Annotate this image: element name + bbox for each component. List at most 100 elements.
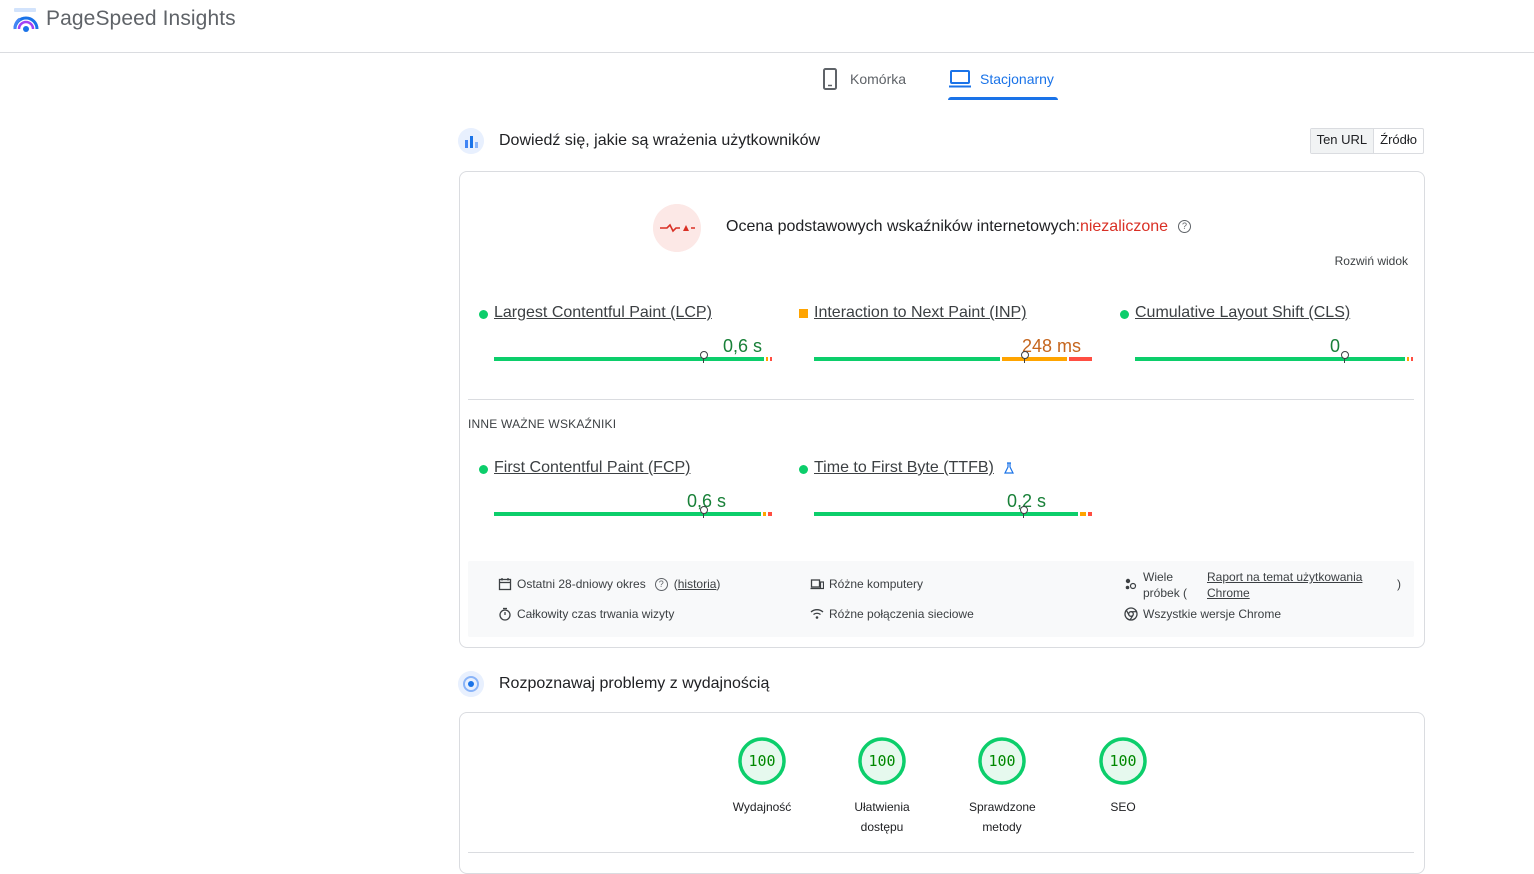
- help-icon[interactable]: ?: [654, 577, 668, 591]
- metric-marker-pin: [1340, 351, 1349, 359]
- gauge-score: 100: [1109, 752, 1137, 770]
- metric-lcp: Largest Contentful Paint (LCP) 0,6 s: [479, 304, 772, 374]
- active-tab-indicator: [948, 97, 1058, 100]
- score-gauge: 100: [858, 737, 906, 785]
- performance-header: Rozpoznawaj problemy z wydajnością: [458, 671, 1424, 699]
- data-info-box: Ostatni 28-dniowy okres ? (historia) Cał…: [468, 561, 1414, 637]
- score-gauge: 100: [1099, 737, 1147, 785]
- metric-cls-value: 0: [1329, 336, 1340, 356]
- distribution-segment-needs-improvement: [1406, 357, 1409, 361]
- good-status-dot: [479, 465, 488, 474]
- metric-inp-link[interactable]: Interaction to Next Paint (INP): [814, 304, 1027, 322]
- gauge-score: 100: [868, 752, 896, 770]
- section-divider: [468, 852, 1414, 853]
- help-icon[interactable]: ?: [1178, 220, 1192, 233]
- score-gauge: 100: [978, 737, 1026, 785]
- gauge-label: Wydajność: [732, 800, 792, 814]
- metric-ttfb: Time to First Byte (TTFB) 0,2 s: [799, 459, 1092, 529]
- gauge-accessibility[interactable]: 100 Ułatwienia dostępu: [837, 737, 927, 837]
- this-url-button[interactable]: Ten URL: [1310, 129, 1375, 153]
- gauge-score: 100: [748, 752, 776, 770]
- smartphone-icon: [823, 68, 837, 90]
- metric-fcp-link[interactable]: First Contentful Paint (FCP): [494, 459, 691, 477]
- info-network-text: Różne połączenia sieciowe: [829, 607, 974, 621]
- metric-marker-pin: [699, 351, 708, 359]
- users-chart-icon: [458, 128, 484, 154]
- history-link[interactable]: historia: [678, 577, 717, 591]
- good-status-dot: [1120, 310, 1129, 319]
- info-network: Różne połączenia sieciowe: [810, 607, 974, 621]
- gauge-score: 100: [988, 752, 1016, 770]
- assessment-label: Ocena podstawowych wskaźników internetow…: [726, 218, 1080, 235]
- distribution-segment-poor: [1068, 357, 1092, 361]
- app-title[interactable]: PageSpeed Insights: [46, 7, 236, 31]
- info-duration: Całkowity czas trwania wizyty: [498, 607, 674, 621]
- performance-card: 100 Wydajność 100 Ułatwienia dostępu 100…: [459, 712, 1425, 874]
- assessment-status: niezaliczone: [1079, 218, 1169, 235]
- info-period: Ostatni 28-dniowy okres ? (historia): [498, 577, 720, 591]
- section-divider: [468, 399, 1414, 400]
- flask-icon[interactable]: [1003, 462, 1015, 474]
- distribution-segment-needs-improvement: [1001, 357, 1067, 361]
- good-status-dot: [799, 465, 808, 474]
- chrome-ux-report-link[interactable]: Raport na temat użytkowania Chrome: [1207, 569, 1377, 601]
- assessment-text: Ocena podstawowych wskaźników internetow…: [726, 218, 1192, 236]
- other-metrics-label: INNE WAŻNE WSKAŹNIKI: [468, 417, 617, 431]
- tab-desktop-label: Stacjonarny: [980, 71, 1054, 87]
- metric-inp-value: 248 ms: [1021, 336, 1081, 356]
- info-samples-suffix: ): [1397, 577, 1401, 591]
- metric-ttfb-link[interactable]: Time to First Byte (TTFB): [814, 459, 994, 477]
- distribution-segment-needs-improvement: [1080, 512, 1087, 516]
- distribution-segment-poor: [1410, 357, 1413, 361]
- gauge-label: SEO: [1110, 800, 1136, 814]
- distribution-segment-good: [494, 357, 764, 361]
- metric-inp-distribution-bar: [814, 351, 1094, 363]
- failed-assessment-icon: [653, 204, 701, 252]
- distribution-segment-needs-improvement: [765, 357, 768, 361]
- tab-desktop[interactable]: Stacjonarny: [948, 58, 1054, 100]
- distribution-segment-good: [814, 512, 1078, 516]
- field-data-header: Dowiedź się, jakie są wrażenia użytkowni…: [458, 128, 1424, 156]
- info-samples: Wiele próbek ( Raport na temat użytkowan…: [1124, 569, 1401, 601]
- metric-lcp-value: 0,6 s: [722, 336, 762, 356]
- info-samples-text: Wiele próbek (: [1143, 570, 1188, 600]
- distribution-segment-poor: [769, 357, 772, 361]
- distribution-segment-good: [814, 357, 1000, 361]
- calendar-icon: [498, 578, 512, 591]
- chrome-icon: [1124, 607, 1138, 621]
- average-status-square: [799, 309, 808, 318]
- field-data-title: Dowiedź się, jakie są wrażenia użytkowni…: [499, 132, 821, 149]
- info-devices: Różne komputery: [810, 577, 923, 591]
- info-chrome: Wszystkie wersje Chrome: [1124, 607, 1281, 621]
- metric-marker-pin: [1019, 506, 1028, 514]
- metric-ttfb-name: Time to First Byte (TTFB): [814, 459, 994, 476]
- gauge-best-practices[interactable]: 100 Sprawdzone metody: [957, 737, 1047, 837]
- samples-icon: [1125, 578, 1137, 590]
- distribution-segment-good: [494, 512, 761, 516]
- pagespeed-logo-icon[interactable]: [12, 7, 40, 33]
- distribution-segment-needs-improvement: [762, 512, 767, 516]
- tab-mobile[interactable]: Komórka: [818, 58, 906, 100]
- metric-lcp-link[interactable]: Largest Contentful Paint (LCP): [494, 304, 712, 322]
- distribution-segment-poor: [768, 512, 772, 516]
- gauge-seo[interactable]: 100 SEO: [1078, 737, 1168, 817]
- metric-lcp-distribution-bar: [494, 351, 774, 363]
- wifi-icon: [810, 609, 824, 619]
- metric-fcp-distribution-bar: [494, 506, 774, 518]
- metric-ttfb-distribution-bar: [814, 506, 1094, 518]
- gauge-performance[interactable]: 100 Wydajność: [717, 737, 807, 817]
- expand-view-link[interactable]: Rozwiń widok: [1335, 254, 1408, 268]
- performance-title: Rozpoznawaj problemy z wydajnością: [499, 675, 770, 692]
- score-gauge: 100: [738, 737, 786, 785]
- origin-button[interactable]: Źródło: [1374, 129, 1423, 153]
- info-period-text: Ostatni 28-dniowy okres: [517, 577, 646, 591]
- speedometer-icon: [458, 671, 484, 697]
- info-duration-text: Całkowity czas trwania wizyty: [517, 607, 675, 621]
- metric-cls-link[interactable]: Cumulative Layout Shift (CLS): [1135, 304, 1350, 322]
- top-bar: PageSpeed Insights: [0, 0, 1534, 53]
- metric-marker-pin: [1021, 351, 1029, 359]
- stopwatch-icon: [499, 607, 511, 621]
- metric-cls: Cumulative Layout Shift (CLS) 0: [1120, 304, 1413, 374]
- info-devices-text: Różne komputery: [829, 577, 924, 591]
- field-data-card: Ocena podstawowych wskaźników internetow…: [459, 171, 1425, 648]
